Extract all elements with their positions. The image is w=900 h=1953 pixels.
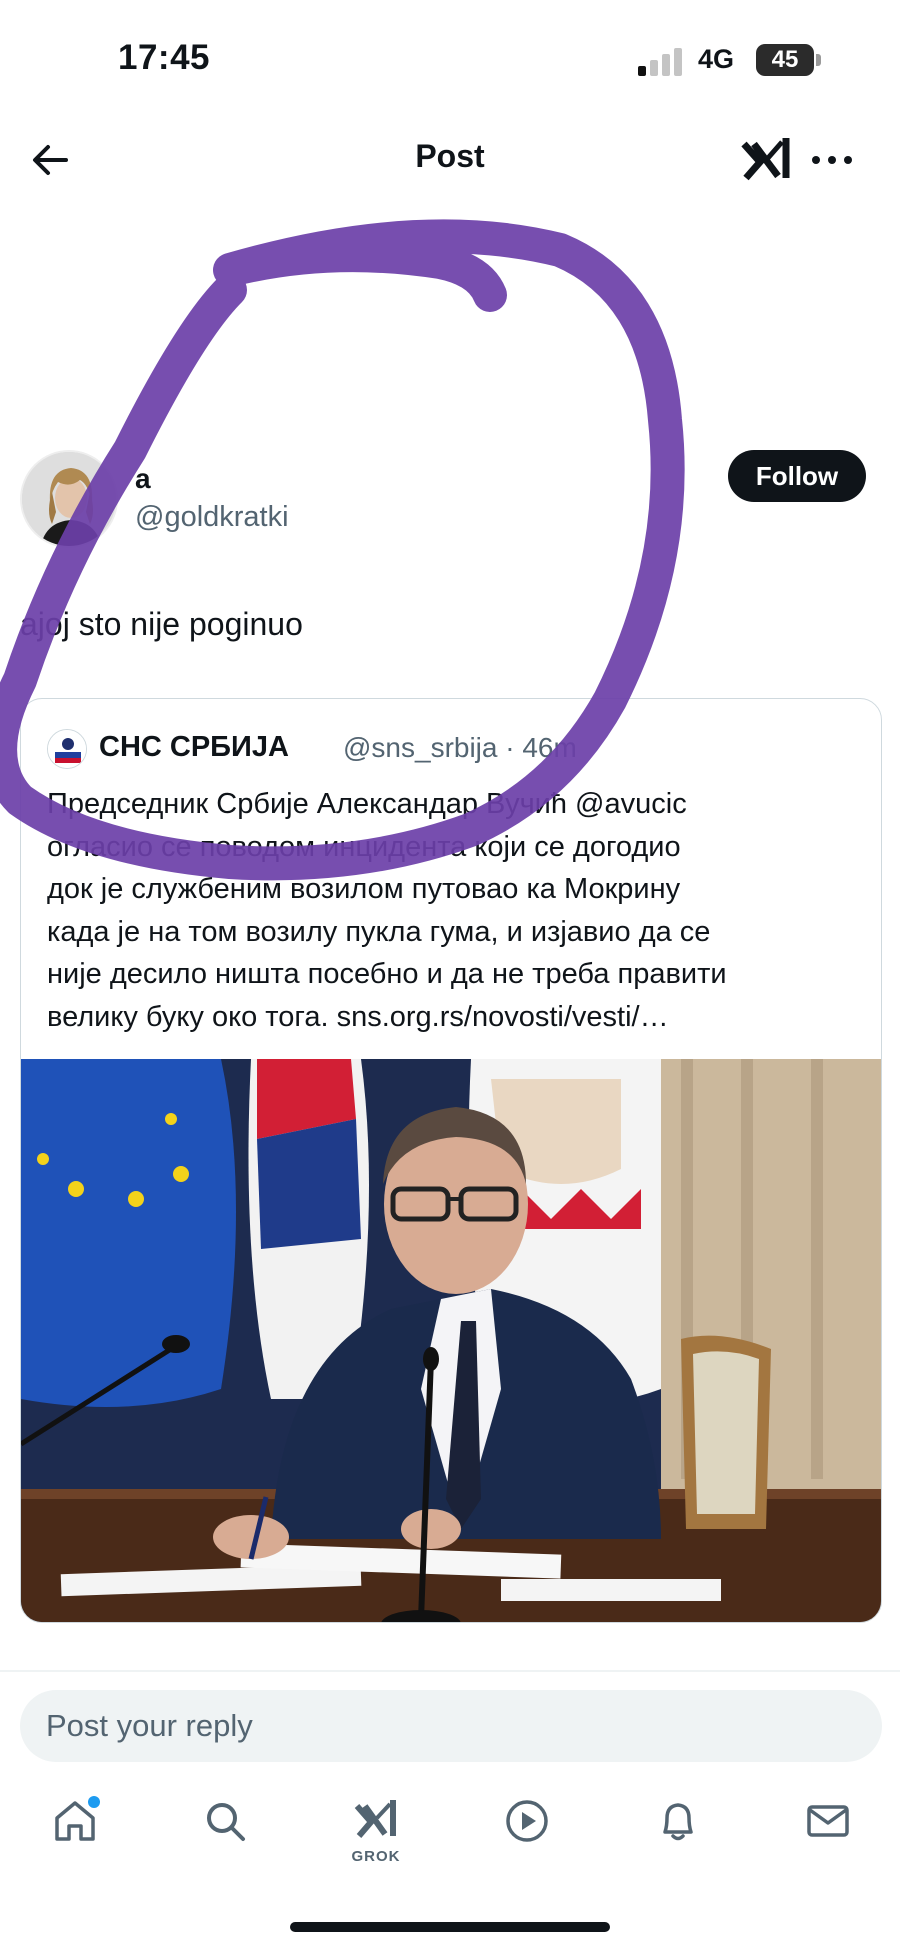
- reply-input[interactable]: [46, 1690, 846, 1762]
- tab-video[interactable]: [477, 1790, 577, 1880]
- grok-icon: [741, 138, 790, 181]
- quoted-text-line: огласио се поводом инцидента који се дог…: [47, 830, 681, 863]
- tab-search[interactable]: [175, 1790, 275, 1880]
- signal-strength-icon: [638, 46, 686, 76]
- mail-icon: [807, 1805, 849, 1837]
- post-text: ajoj sto nije poginuo: [20, 606, 303, 642]
- quoted-post-photo[interactable]: [21, 1059, 882, 1623]
- home-indicator: [290, 1922, 610, 1932]
- quoted-text-line: није десило ништа посебно и да не треба …: [47, 958, 727, 990]
- quoted-text: Председник Србије Александар Вучић @avuc…: [47, 783, 867, 1038]
- quoted-text-line: Председник Србије Александар Вучић @avuc…: [47, 788, 687, 820]
- avatar[interactable]: [20, 450, 118, 548]
- battery-tip: [816, 54, 821, 66]
- status-time: 17:45: [118, 38, 211, 77]
- quoted-post-header: СНС СРБИЈА @sns_srbija · 46m: [47, 729, 867, 769]
- sns-logo-icon: [48, 730, 86, 768]
- quoted-text-line: велику буку око тога. sns.org.rs/novosti…: [47, 1000, 669, 1033]
- reply-box[interactable]: [20, 1690, 882, 1762]
- quoted-text-line: док је службеним возилом путовао ка Мокр…: [47, 873, 681, 905]
- grok-button[interactable]: [738, 132, 794, 188]
- divider: [0, 1670, 900, 1672]
- avatar-photo: [22, 452, 116, 546]
- network-type: 4G: [698, 44, 735, 74]
- bottom-nav: GROK: [0, 1790, 900, 1890]
- follow-button[interactable]: Follow: [728, 450, 866, 502]
- bell-icon: [663, 1803, 693, 1841]
- quoted-post[interactable]: СНС СРБИЈА @sns_srbija · 46m Председник …: [20, 698, 882, 1623]
- tab-notifications[interactable]: [628, 1790, 728, 1880]
- tab-messages[interactable]: [778, 1790, 878, 1880]
- author-handle[interactable]: @goldkratki: [135, 501, 289, 534]
- display-name[interactable]: a: [135, 463, 151, 495]
- tab-grok-label: GROK: [351, 1848, 401, 1865]
- grok-icon: [354, 1800, 396, 1838]
- post-author: a @goldkratki Follow: [0, 445, 900, 555]
- quoted-avatar[interactable]: [47, 729, 87, 769]
- play-icon: [506, 1800, 548, 1842]
- quoted-display-name[interactable]: СНС СРБИЈА: [99, 731, 289, 764]
- post-header: Post: [0, 120, 900, 200]
- battery-icon: 45: [756, 44, 814, 76]
- search-icon: [207, 1803, 245, 1841]
- more-button[interactable]: [808, 144, 856, 176]
- tab-grok[interactable]: GROK: [326, 1790, 426, 1880]
- tab-home[interactable]: [25, 1790, 125, 1880]
- status-bar: 17:45 4G 45: [0, 0, 900, 120]
- more-horizontal-icon: [812, 156, 852, 164]
- notification-dot: [88, 1796, 100, 1808]
- quoted-text-line: када је на том возилу пукла гума, и изја…: [47, 915, 711, 948]
- quoted-handle-time[interactable]: @sns_srbija · 46m: [343, 732, 577, 764]
